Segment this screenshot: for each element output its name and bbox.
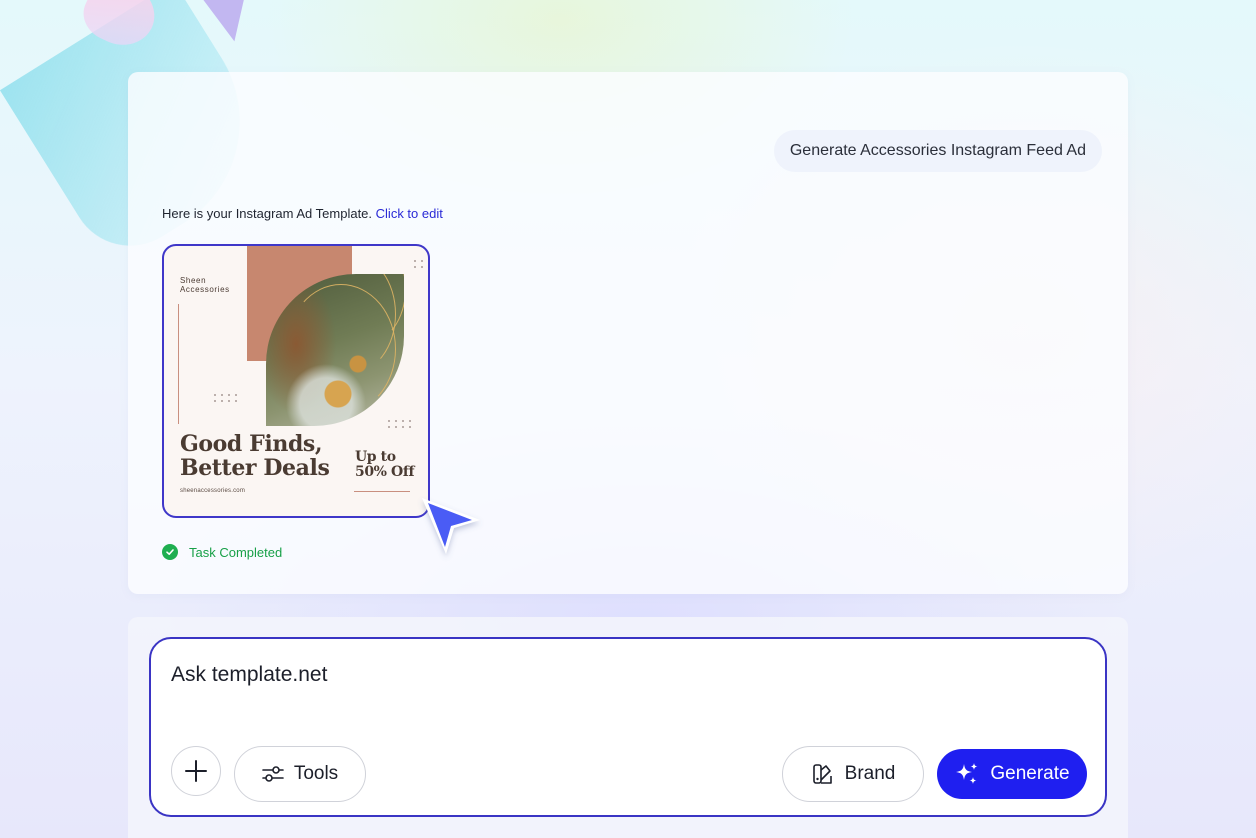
ad-brand-line-2: Accessories [180,285,230,294]
ad-website: sheenaccessories.com [180,488,246,494]
brand-label: Brand [844,763,896,784]
tools-button[interactable]: Tools [234,746,366,802]
sliders-icon [262,766,284,782]
brand-palette-icon [812,764,832,784]
tools-label: Tools [293,763,339,784]
cursor-arrow-icon [422,498,480,554]
prompt-input[interactable] [171,663,1071,687]
task-status-text: Task Completed [189,544,283,560]
ad-offer: Up to 50% Off [355,449,415,480]
chat-panel: Generate Accessories Instagram Feed Ad H… [128,72,1128,594]
generate-button[interactable]: Generate [937,749,1087,799]
ad-offer-line-2: 50% Off [355,464,415,480]
composer-panel: Tools Brand Generate [128,617,1128,838]
assistant-message-text: Here is your Instagram Ad Template. [162,206,373,221]
click-to-edit-link[interactable]: Click to edit [376,206,443,221]
brand-button[interactable]: Brand [782,746,924,802]
ad-dot-pattern-top [414,260,424,268]
task-status: Task Completed [162,544,282,560]
ad-brand-line-1: Sheen [180,276,207,285]
decorative-shape-purple [200,0,258,47]
check-circle-icon [162,544,178,560]
ad-dot-pattern-right [388,420,412,428]
ad-offer-line-1: Up to [355,449,396,465]
generate-label: Generate [990,763,1070,784]
ad-headline-line-1: Good Finds, [180,431,323,457]
ad-dot-pattern-left [214,394,238,402]
prompt-composer: Tools Brand Generate [149,637,1107,817]
ad-offer-underline [354,491,410,492]
assistant-message: Here is your Instagram Ad Template. Clic… [162,206,443,221]
sparkles-icon [956,763,978,784]
user-message-bubble: Generate Accessories Instagram Feed Ad [773,130,1102,172]
add-button[interactable] [171,746,221,796]
ad-headline-line-2: Better Deals [180,455,330,481]
plus-icon [185,760,207,782]
ad-headline: Good Finds, Better Deals [180,431,330,481]
ad-accent-line [178,304,179,424]
ad-brand-name: Sheen Accessories [180,276,250,294]
instagram-ad-template-preview[interactable]: Sheen Accessories Good Finds, Better Dea… [162,244,430,518]
